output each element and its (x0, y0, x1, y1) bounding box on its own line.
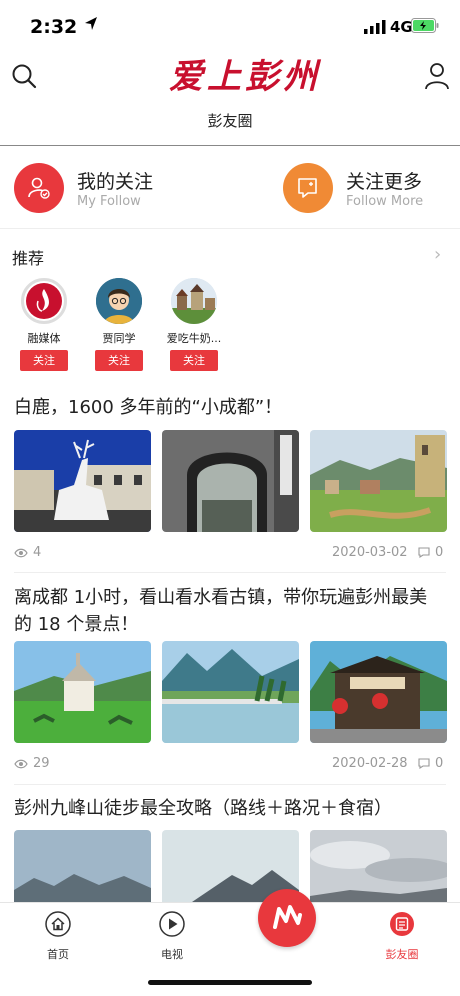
article-image[interactable] (162, 641, 299, 743)
status-bar: 2:32 4G (0, 0, 460, 50)
cartoon-person-icon (96, 278, 142, 324)
view-count-value: 4 (33, 545, 42, 560)
app-header: 爱上彭州 彭友圈 (0, 52, 460, 146)
center-action-button[interactable] (258, 889, 316, 947)
article-image[interactable] (310, 430, 447, 532)
user-profile-icon[interactable] (424, 62, 450, 90)
my-follow-subtitle: My Follow (77, 194, 141, 209)
section-divider (0, 228, 460, 229)
article-title[interactable]: 彭州九峰山徒步最全攻略（路线＋路况＋食宿） (14, 795, 444, 822)
article-divider (14, 572, 446, 573)
comment-count-value: 0 (435, 545, 444, 560)
follow-button[interactable]: 关注 (20, 350, 68, 371)
recommend-name: 融媒体 (27, 332, 61, 345)
town-photo-icon (171, 278, 217, 324)
comment-icon (418, 547, 430, 559)
recommend-item[interactable]: 贾同学 关注 (84, 278, 154, 371)
article-divider (14, 784, 446, 785)
follow-more-subtitle: Follow More (346, 194, 424, 209)
tab-friends-circle-label: 彭友圈 (385, 948, 419, 961)
friends-circle-icon (390, 912, 414, 936)
recommend-name: 爱吃牛奶... (166, 332, 222, 345)
page-title: 彭友圈 (207, 112, 253, 130)
location-arrow-icon (85, 17, 97, 30)
article-image[interactable] (14, 641, 151, 743)
article-title[interactable]: 离成都 1小时，看山看水看古镇，带你玩遍彭州最美的 18 个景点！ (14, 584, 444, 638)
article-date: 2020-03-02 (332, 545, 408, 560)
ancient-town-gate-image (310, 641, 447, 743)
recommend-heading: 推荐 (12, 249, 45, 268)
view-count: 29 (14, 756, 50, 771)
view-count: 4 (14, 545, 41, 560)
view-count-value: 29 (33, 756, 50, 771)
eye-icon (14, 548, 28, 558)
play-icon (159, 911, 185, 937)
tab-friends-circle[interactable]: 彭友圈 (372, 911, 432, 962)
mountain-range-image (14, 830, 151, 902)
avatar (171, 278, 217, 324)
follow-more-icon-circle (283, 163, 333, 213)
comment-count: 0 (418, 756, 443, 771)
avatar (21, 278, 67, 324)
app-logo: 爱上彭州 (169, 57, 321, 97)
church-lawn-image (14, 641, 151, 743)
home-icon (45, 911, 71, 937)
avatar (96, 278, 142, 324)
recommend-item[interactable]: 融媒体 关注 (9, 278, 79, 371)
bookmark-plus-icon (298, 178, 317, 198)
deer-statue-image (14, 430, 151, 532)
tab-home-label: 首页 (47, 948, 69, 961)
recommend-item[interactable]: 爱吃牛奶... 关注 (159, 278, 229, 371)
follow-button[interactable]: 关注 (95, 350, 143, 371)
my-follow-title: 我的关注 (77, 171, 154, 193)
article-image[interactable] (162, 430, 299, 532)
article-title[interactable]: 白鹿，1600 多年前的“小成都”！ (14, 394, 444, 421)
chevron-right-icon[interactable]: › (434, 244, 441, 265)
mountain-lake-image (162, 641, 299, 743)
signal-icon (364, 20, 386, 34)
tab-tv[interactable]: 电视 (142, 911, 202, 962)
tab-tv-label: 电视 (161, 948, 183, 961)
cloudy-sky-image (310, 830, 447, 902)
user-check-icon (28, 177, 50, 199)
battery-charging-icon (411, 18, 439, 33)
my-follow-button[interactable]: 我的关注 My Follow (14, 163, 214, 213)
flame-logo-icon (273, 905, 302, 929)
comment-count-value: 0 (435, 756, 444, 771)
eye-icon (14, 759, 28, 769)
search-icon[interactable] (11, 63, 37, 89)
fire-logo-icon (26, 283, 62, 319)
follow-more-button[interactable]: 关注更多 Follow More (283, 163, 453, 213)
article-image[interactable] (310, 641, 447, 743)
follow-more-title: 关注更多 (346, 171, 423, 193)
status-time: 2:32 (30, 16, 78, 38)
article-date: 2020-02-28 (332, 756, 408, 771)
comment-icon (418, 758, 430, 770)
article-image[interactable] (14, 430, 151, 532)
tab-home[interactable]: 首页 (28, 911, 88, 962)
stone-arch-image (162, 430, 299, 532)
comment-count: 0 (418, 545, 443, 560)
network-label: 4G (390, 18, 413, 36)
town-landscape-image (310, 430, 447, 532)
article-image[interactable] (14, 830, 151, 902)
my-follow-icon-circle (14, 163, 64, 213)
recommend-name: 贾同学 (102, 332, 136, 345)
follow-button[interactable]: 关注 (170, 350, 218, 371)
home-indicator (148, 980, 312, 985)
article-image[interactable] (310, 830, 447, 902)
